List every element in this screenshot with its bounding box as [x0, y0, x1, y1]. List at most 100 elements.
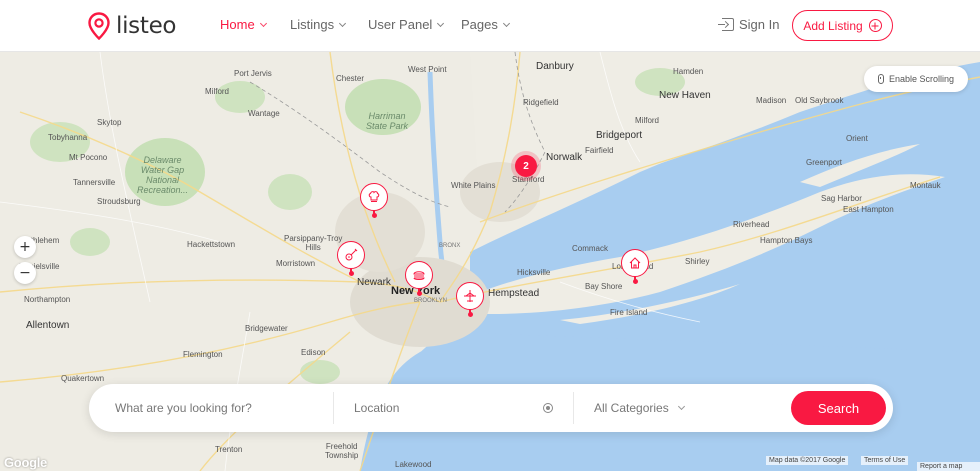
place-label: Lakewood: [395, 460, 432, 469]
divider: [573, 392, 574, 424]
place-label: Fairfield: [585, 146, 614, 155]
location-field[interactable]: [354, 384, 534, 432]
minus-icon: −: [19, 265, 31, 281]
divider: [333, 392, 334, 424]
map-marker-music[interactable]: [337, 241, 367, 276]
place-label: Commack: [572, 244, 609, 253]
chevron-down-icon: [259, 19, 267, 27]
chevron-down-icon: [677, 402, 685, 410]
place-label: Bridgewater: [245, 324, 288, 333]
add-listing-label: Add Listing: [803, 18, 863, 33]
mouse-icon: [877, 74, 884, 84]
place-label: Parsippany-Troy Hills: [284, 234, 343, 252]
place-label: Hempstead: [488, 288, 540, 299]
place-label: Flemington: [183, 350, 223, 359]
category-select[interactable]: All Categories: [594, 384, 774, 432]
place-label: Shirley: [685, 257, 710, 266]
nav-user-panel-label: User Panel: [368, 17, 433, 32]
add-listing-button[interactable]: Add Listing: [792, 10, 893, 41]
map-cluster-marker[interactable]: 2: [511, 151, 541, 181]
place-label: Greenport: [806, 158, 843, 167]
map-data-label: Map data ©2017 Google: [766, 456, 849, 465]
place-label: Norwalk: [546, 152, 583, 163]
place-label: Hamden: [673, 67, 704, 76]
place-label: Wantage: [248, 109, 280, 118]
guitar-icon: [345, 248, 358, 261]
place-label: Montauk: [910, 181, 941, 190]
sign-in-label: Sign In: [739, 17, 780, 32]
nav-listings[interactable]: Listings: [290, 17, 347, 32]
brand-logo[interactable]: listeo: [88, 12, 177, 40]
keyword-input[interactable]: [115, 401, 330, 415]
place-label: Madison: [756, 96, 787, 105]
map-marker-hotel[interactable]: [621, 249, 651, 284]
place-label: Newark: [357, 277, 391, 288]
plus-icon: +: [19, 239, 31, 255]
place-label: Hackettstown: [187, 240, 236, 249]
place-label: Stroudsburg: [97, 197, 141, 206]
place-label: Trenton: [215, 445, 243, 454]
map-marker-airport[interactable]: [456, 282, 486, 317]
zoom-out-button[interactable]: −: [14, 262, 36, 284]
burger-icon: [413, 271, 425, 280]
nav-user-panel[interactable]: User Panel: [368, 17, 445, 32]
report-error-link[interactable]: Report a map error: [917, 462, 980, 471]
chef-hat-icon: [368, 191, 380, 202]
site-header: listeo Home Listings User Panel Pages Si…: [0, 0, 980, 52]
place-label: Orient: [846, 134, 868, 143]
chevron-down-icon: [502, 19, 510, 27]
place-label: East Hampton: [843, 205, 894, 214]
place-label: Allentown: [26, 320, 70, 331]
place-label: Tannersville: [73, 178, 116, 187]
terms-link[interactable]: Terms of Use: [861, 456, 909, 465]
sign-in-link[interactable]: Sign In: [718, 17, 780, 32]
place-label: Mt Pocono: [69, 153, 108, 162]
nav-home-label: Home: [220, 17, 255, 32]
google-logo: Google: [4, 455, 47, 470]
airplane-icon: [464, 290, 476, 302]
map-marker-restaurant[interactable]: [360, 183, 390, 218]
place-label: West Point: [408, 65, 447, 74]
place-label: Hicksville: [517, 268, 551, 277]
search-bar: All Categories Search: [89, 384, 893, 432]
enable-scrolling-button[interactable]: Enable Scrolling: [864, 66, 968, 92]
place-label: Morristown: [276, 259, 316, 268]
map-marker-burger[interactable]: [405, 261, 435, 296]
place-label: Old Saybrook: [795, 96, 844, 105]
place-label: Bay Shore: [585, 282, 623, 291]
place-label: BRONX: [439, 243, 461, 249]
place-label: Milford: [205, 87, 230, 96]
nav-pages[interactable]: Pages: [461, 17, 510, 32]
location-input[interactable]: [354, 401, 534, 415]
place-label: Ridgefield: [523, 98, 559, 107]
place-label: Quakertown: [61, 374, 105, 383]
zoom-in-button[interactable]: +: [14, 236, 36, 258]
map-pin-logo-icon: [88, 12, 110, 40]
place-label: Fire Island: [610, 308, 648, 317]
enable-scrolling-label: Enable Scrolling: [888, 74, 955, 84]
park-label: Delaware Water Gap National Recreation..…: [137, 155, 189, 195]
search-button[interactable]: Search: [791, 391, 886, 425]
place-label: Bridgeport: [596, 130, 643, 141]
place-label: Freehold Township: [325, 442, 359, 460]
place-label: Port Jervis: [234, 69, 272, 78]
chevron-down-icon: [437, 19, 445, 27]
place-label: Northampton: [24, 295, 71, 304]
cluster-count: 2: [515, 155, 537, 177]
place-label: Chester: [336, 74, 365, 83]
place-label: Riverhead: [733, 220, 770, 229]
locate-me-icon[interactable]: [543, 403, 553, 413]
nav-home[interactable]: Home: [220, 17, 267, 32]
plus-circle-icon: [868, 19, 882, 32]
place-label: Tobyhanna: [48, 133, 88, 142]
chevron-down-icon: [339, 19, 347, 27]
place-label: Milford: [635, 116, 660, 125]
place-label: Hampton Bays: [760, 236, 813, 245]
search-button-label: Search: [817, 400, 860, 416]
keyword-field[interactable]: [115, 384, 330, 432]
park-label: Harriman State Park: [366, 111, 409, 131]
nav-pages-label: Pages: [461, 17, 498, 32]
place-label: New Haven: [659, 90, 711, 101]
place-label: Danbury: [536, 61, 574, 72]
category-value: All Categories: [594, 401, 669, 415]
